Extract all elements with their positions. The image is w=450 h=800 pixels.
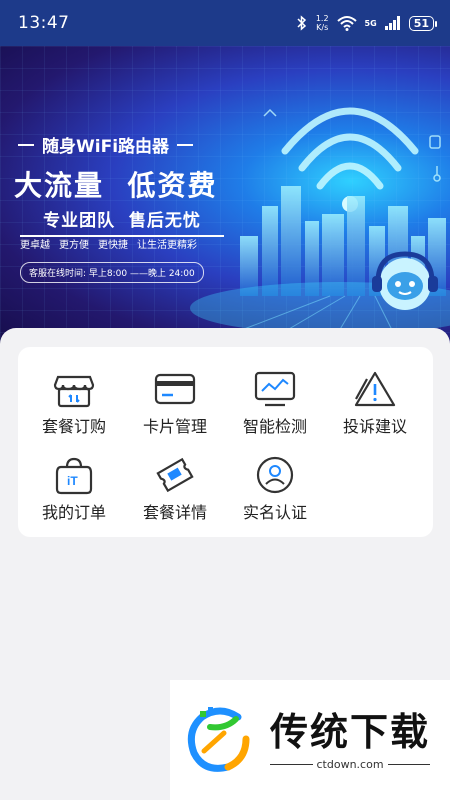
battery-indicator: 51 <box>408 15 438 31</box>
banner-feature: 更方便 <box>59 240 89 251</box>
menu-label: 实名认证 <box>242 503 307 522</box>
bluetooth-icon <box>297 15 306 31</box>
menu-item-complaint[interactable]: 投诉建议 <box>325 369 425 437</box>
divider <box>270 763 313 765</box>
wifi-icon <box>336 16 357 31</box>
divider <box>387 763 431 765</box>
banner-feature: 更卓越 <box>20 240 50 251</box>
menu-label: 投诉建议 <box>342 417 407 436</box>
menu-item-package-detail[interactable]: 套餐详情 <box>125 455 225 523</box>
network-speed: 1.2 K/s <box>316 14 329 32</box>
menu-item-my-orders[interactable]: iT 我的订单 <box>24 455 124 523</box>
menu-label: 套餐订购 <box>41 417 106 436</box>
user-verify-icon <box>256 456 294 494</box>
speed-unit: K/s <box>316 23 329 32</box>
dash-right <box>177 143 194 146</box>
menu-label: 我的订单 <box>41 503 106 522</box>
status-icons: 1.2 K/s 5G 51 <box>296 14 438 32</box>
menu-item-smart-check[interactable]: 智能检测 <box>225 369 325 437</box>
banner-subtitle: 随身WiFi路由器 <box>18 132 228 157</box>
dash-left <box>18 143 34 146</box>
function-menu-card: 套餐订购 卡片管理 智能检测 投诉建议 iT 我的订单 套餐详情 实名认证 <box>18 347 433 537</box>
watermark-logo-icon <box>187 707 250 772</box>
watermark-url: ctdown.com <box>270 757 431 771</box>
menu-item-card-manage[interactable]: 卡片管理 <box>125 369 225 437</box>
banner-feature: 更快捷 <box>98 240 128 251</box>
promo-banner[interactable]: 随身WiFi路由器 大流量 低资费 专业团队 售后无忧 更卓越 更方便 更快捷 … <box>0 46 450 346</box>
watermark-url-text: ctdown.com <box>316 757 384 771</box>
menu-label: 套餐详情 <box>142 503 207 522</box>
banner-tagline: 专业团队 售后无忧 <box>20 206 224 237</box>
banner-subtitle-text: 随身WiFi路由器 <box>42 137 170 157</box>
menu-item-package-order[interactable]: 套餐订购 <box>24 369 124 437</box>
monitor-icon <box>254 371 296 407</box>
card-icon <box>154 373 196 405</box>
watermark-title: 传统下载 <box>270 709 431 754</box>
menu-label: 智能检测 <box>242 417 307 436</box>
shop-icon <box>53 375 95 408</box>
svg-text:iT: iT <box>67 474 78 488</box>
banner-features: 更卓越 更方便 更快捷 让生活更精彩 <box>20 236 197 251</box>
banner-title: 大流量 低资费 <box>14 169 218 202</box>
signal-icon <box>384 16 400 30</box>
network-type: 5G <box>364 18 377 28</box>
order-bag-icon: iT <box>55 457 93 495</box>
status-bar: 13:47 1.2 K/s 5G 51 <box>0 0 450 46</box>
ticket-icon <box>156 457 194 493</box>
warning-icon <box>354 371 396 407</box>
banner-feature: 让生活更精彩 <box>137 240 197 251</box>
watermark-text: 传统下载 ctdown.com <box>270 709 431 771</box>
speed-value: 1.2 <box>315 14 329 23</box>
status-time: 13:47 <box>18 13 70 33</box>
watermark: 传统下载 ctdown.com <box>170 680 450 800</box>
service-hours: 客服在线时间: 早上8:00 ——晚上 24:00 <box>20 262 204 283</box>
menu-label: 卡片管理 <box>142 417 207 436</box>
menu-item-real-name[interactable]: 实名认证 <box>225 455 325 523</box>
